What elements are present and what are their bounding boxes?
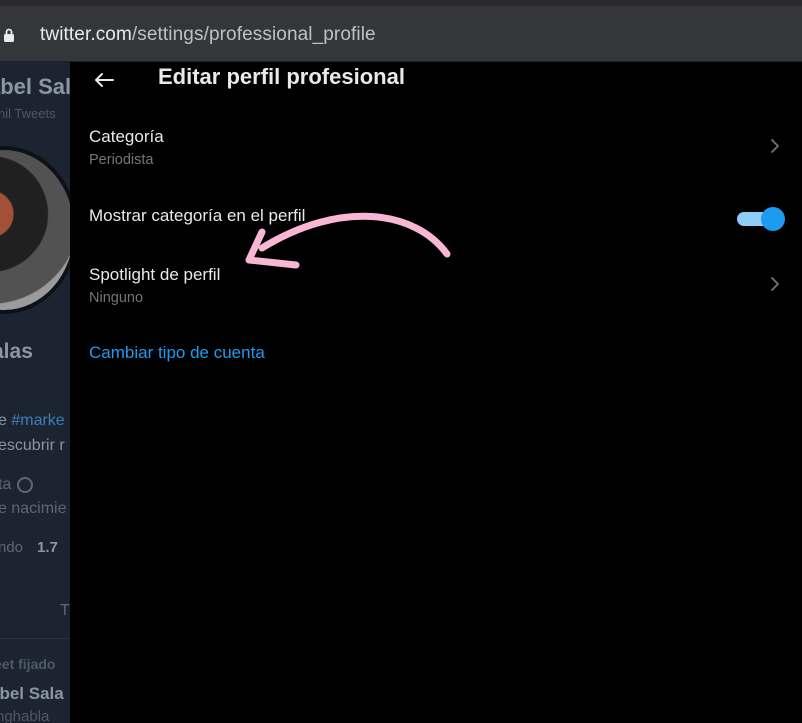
profile-name-header: abel Sal: [0, 74, 70, 99]
professional-profile-panel: Editar perfil profesional Categoría Peri…: [70, 62, 802, 723]
page-title: Editar perfil profesional: [158, 64, 405, 89]
bio-hashtag: #marke: [11, 412, 65, 429]
pinned-tweet-handle: nghabla: [0, 708, 50, 723]
profile-bio-line-2: escubrir r: [0, 437, 65, 454]
profile-tweet-count: nil Tweets: [0, 106, 56, 121]
profile-meta-birth: e nacimie: [0, 500, 67, 517]
chevron-right-icon: [771, 277, 779, 291]
address-url[interactable]: twitter.com/settings/professional_profil…: [40, 24, 376, 46]
pinned-tweet-label: eet fijado: [0, 656, 56, 672]
back-button[interactable]: [86, 68, 122, 92]
bio-text: e: [0, 412, 7, 429]
browser-address-bar[interactable]: twitter.com/settings/professional_profil…: [0, 6, 802, 62]
show-category-label: Mostrar categoría en el perfil: [89, 206, 306, 225]
show-category-toggle[interactable]: [735, 207, 785, 231]
spotlight-value: Ninguno: [89, 290, 144, 306]
spotlight-label: Spotlight de perfil: [89, 265, 221, 284]
stat-value: 1.7: [37, 539, 58, 556]
category-value: Periodista: [89, 152, 154, 168]
category-label: Categoría: [89, 127, 164, 146]
meta-text: ta: [0, 476, 12, 493]
divider: [0, 638, 70, 639]
arrow-left-icon: [95, 73, 114, 87]
profile-display-name: alas: [0, 340, 33, 363]
show-category-row: Mostrar categoría en el perfil: [70, 200, 802, 240]
spotlight-row[interactable]: Spotlight de perfil Ninguno: [70, 258, 802, 312]
background-profile: abel Sal nil Tweets alas e #marke escubr…: [0, 62, 70, 723]
profile-meta-category: ta: [0, 476, 34, 494]
category-row[interactable]: Categoría Periodista: [70, 120, 802, 174]
url-path: /settings/professional_profile: [131, 24, 376, 45]
stat-label: ndo: [0, 539, 24, 556]
pinned-tweet-author: abel Sala: [0, 684, 64, 703]
lock-icon: [4, 28, 14, 42]
profile-bio-line-1: e #marke: [0, 412, 65, 430]
toggle-knob: [761, 207, 785, 231]
change-account-type-link[interactable]: Cambiar tipo de cuenta: [89, 343, 265, 363]
avatar: [0, 146, 70, 314]
profile-tab: T: [60, 602, 70, 619]
info-icon: [17, 477, 34, 493]
url-domain: twitter.com: [40, 24, 132, 45]
chevron-right-icon: [771, 139, 779, 153]
profile-follow-stat: ndo 1.7: [0, 539, 58, 556]
